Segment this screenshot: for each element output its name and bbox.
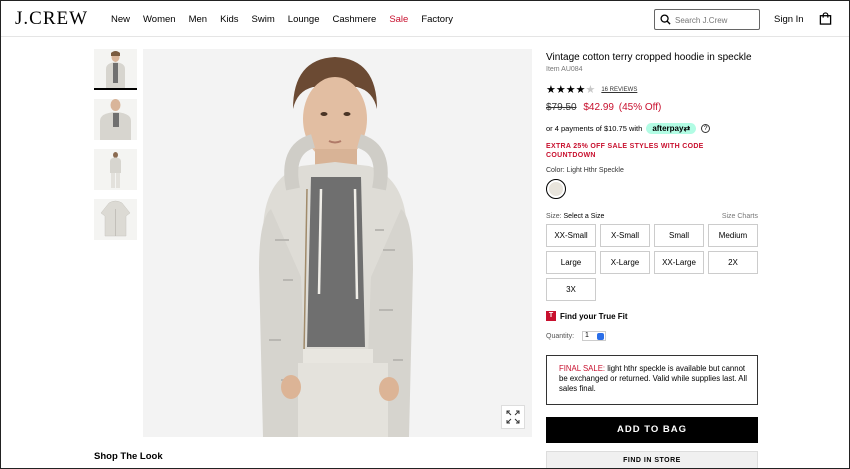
rating-row: ★★★★★ 16 REVIEWS	[546, 85, 637, 96]
color-label: Color: Light Hthr Speckle	[546, 167, 624, 174]
nav-factory[interactable]: Factory	[421, 14, 453, 25]
reviews-link[interactable]: 16 REVIEWS	[601, 87, 637, 93]
nav-sale[interactable]: Sale	[389, 14, 408, 25]
shopping-bag-icon[interactable]	[819, 12, 832, 30]
size-xx-small[interactable]: XX-Small	[546, 224, 596, 247]
size-x-small[interactable]: X-Small	[600, 224, 650, 247]
original-price: $79.50	[546, 102, 577, 113]
size-x-large[interactable]: X-Large	[600, 251, 650, 274]
product-page: J.CREW New Women Men Kids Swim Lounge Ca…	[0, 0, 850, 469]
add-to-bag-button[interactable]: ADD TO BAG	[546, 417, 758, 443]
star-rating[interactable]: ★★★★★	[546, 85, 595, 96]
main-product-image[interactable]	[143, 49, 532, 437]
afterpay-text: or 4 payments of $10.75 with	[546, 124, 643, 133]
thumbnail-3[interactable]	[94, 149, 137, 190]
promo-message: EXTRA 25% OFF SALE STYLES WITH CODE COUN…	[546, 143, 704, 159]
nav-swim[interactable]: Swim	[252, 14, 275, 25]
sale-price: $42.99	[583, 102, 614, 113]
shop-the-look-heading: Shop The Look	[94, 451, 163, 462]
nav-lounge[interactable]: Lounge	[288, 14, 320, 25]
expand-icon	[506, 410, 520, 424]
nav-kids[interactable]: Kids	[220, 14, 238, 25]
model-front-thumbnail	[94, 49, 137, 88]
model-wearing-hoodie-image	[143, 49, 532, 437]
item-number: Item AU084	[546, 66, 583, 73]
model-closeup-thumbnail	[94, 99, 137, 140]
jcrew-logo[interactable]: J.CREW	[15, 8, 88, 30]
afterpay-logo[interactable]: afterpay⇄	[646, 123, 697, 134]
site-header: J.CREW New Women Men Kids Swim Lounge Ca…	[1, 1, 849, 37]
thumbnail-2[interactable]	[94, 99, 137, 140]
expand-image-button[interactable]	[501, 405, 525, 429]
final-sale-notice: FINAL SALE: light hthr speckle is availa…	[546, 355, 758, 405]
search-icon	[660, 14, 671, 25]
hoodie-flat-thumbnail	[94, 199, 137, 240]
true-fit-link[interactable]: T Find your True Fit	[546, 311, 628, 321]
afterpay-row: or 4 payments of $10.75 with afterpay⇄ ?	[546, 123, 711, 134]
size-large[interactable]: Large	[546, 251, 596, 274]
color-value: Light Hthr Speckle	[566, 167, 624, 174]
thumbnail-4[interactable]	[94, 199, 137, 240]
main-nav: New Women Men Kids Swim Lounge Cashmere …	[111, 14, 466, 25]
nav-women[interactable]: Women	[143, 14, 176, 25]
size-2x[interactable]: 2X	[708, 251, 758, 274]
price-row: $79.50 $42.99 (45% Off)	[546, 102, 661, 113]
product-title: Vintage cotton terry cropped hoodie in s…	[546, 52, 752, 63]
size-medium[interactable]: Medium	[708, 224, 758, 247]
size-small[interactable]: Small	[654, 224, 704, 247]
quantity-row: Quantity: 1	[546, 331, 607, 341]
nav-cashmere[interactable]: Cashmere	[332, 14, 376, 25]
size-label-row: Size: Select a Size Size Charts	[546, 213, 758, 220]
size-xx-large[interactable]: XX-Large	[654, 251, 704, 274]
quantity-select[interactable]: 1	[582, 331, 607, 341]
size-prompt: Select a Size	[563, 213, 605, 220]
nav-new[interactable]: New	[111, 14, 130, 25]
help-icon[interactable]: ?	[701, 124, 711, 133]
size-3x[interactable]: 3X	[546, 278, 596, 301]
nav-men[interactable]: Men	[189, 14, 207, 25]
color-swatch-light-hthr-speckle[interactable]	[546, 179, 566, 199]
true-fit-icon: T	[546, 311, 556, 321]
model-full-thumbnail	[94, 149, 137, 190]
discount-percent: (45% Off)	[618, 102, 662, 113]
search-input[interactable]	[675, 13, 755, 27]
quantity-label: Quantity:	[546, 332, 575, 340]
final-sale-label: FINAL SALE:	[559, 364, 606, 373]
search-box[interactable]	[654, 9, 760, 30]
thumbnail-1[interactable]	[94, 49, 137, 90]
size-charts-link[interactable]: Size Charts	[722, 213, 758, 220]
find-in-store-button[interactable]: FIND IN STORE	[546, 451, 758, 468]
sign-in-link[interactable]: Sign In	[774, 14, 804, 25]
